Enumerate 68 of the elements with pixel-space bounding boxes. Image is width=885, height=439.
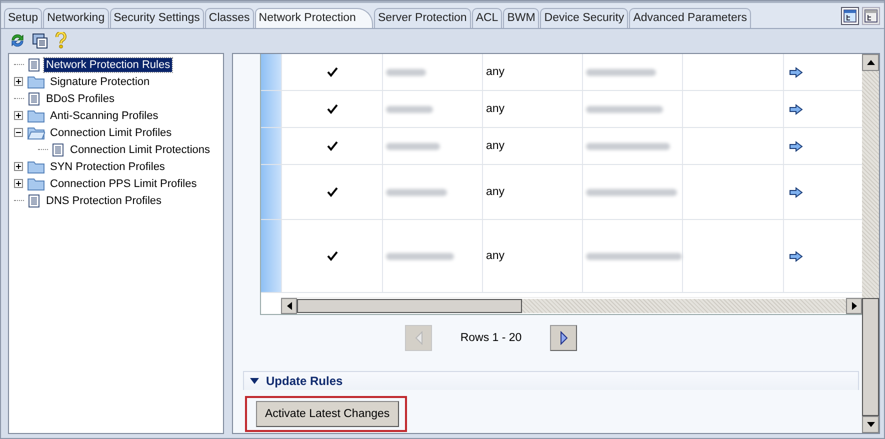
tree-item[interactable]: Network Protection Rules [44, 58, 172, 72]
blurred-text [586, 68, 656, 76]
activate-button[interactable]: Activate Latest Changes [256, 401, 399, 427]
open-folder-icon [27, 126, 45, 140]
tree-item[interactable]: BDoS Profiles [44, 92, 116, 106]
tab[interactable]: Security Settings [110, 8, 204, 28]
next-page-button[interactable] [550, 325, 577, 351]
arrow-icon[interactable] [789, 140, 803, 152]
tree-item[interactable]: Signature Protection [48, 74, 152, 88]
tab[interactable]: Network Protection [254, 8, 373, 28]
tab[interactable]: Server Protection [374, 8, 471, 28]
tab[interactable]: Device Security [540, 8, 628, 28]
monitor-icon[interactable] [32, 32, 49, 48]
scroll-right-icon[interactable] [852, 302, 856, 310]
arrow-icon[interactable] [789, 104, 803, 114]
folder-icon [27, 74, 45, 88]
expander-icon[interactable] [14, 77, 23, 86]
tree-item[interactable]: Connection PPS Limit Profiles [48, 176, 199, 190]
tab[interactable]: ACL [472, 8, 502, 28]
table-cell: any [486, 186, 505, 198]
tree-view-button[interactable] [862, 7, 880, 25]
collapse-icon[interactable] [250, 378, 259, 384]
tree-item[interactable]: SYN Protection Profiles [48, 160, 167, 174]
table-cell: any [486, 250, 505, 262]
folder-icon [27, 160, 45, 174]
scroll-left-icon[interactable] [286, 302, 292, 310]
list-icon [27, 58, 41, 72]
folder-icon [27, 108, 45, 122]
arrow-icon[interactable] [789, 250, 803, 262]
list-icon [51, 142, 65, 156]
rows-range: Rows 1 - 20 [459, 332, 523, 344]
tree-item[interactable]: DNS Protection Profiles [44, 194, 164, 208]
arrow-icon[interactable] [789, 66, 803, 78]
table-cell: any [486, 66, 505, 78]
scroll-down-icon[interactable] [866, 422, 874, 427]
scroll-up-icon[interactable] [866, 60, 874, 65]
vertical-scrollbar[interactable] [862, 54, 879, 433]
tree-item[interactable]: Connection Limit Profiles [48, 126, 174, 140]
section-title: Update Rules [266, 374, 343, 388]
tab[interactable]: Advanced Parameters [629, 8, 751, 28]
blurred-text [386, 188, 447, 196]
expander-icon[interactable] [14, 128, 23, 137]
folder-icon [27, 176, 45, 190]
tab[interactable]: Networking [43, 8, 109, 28]
refresh-icon[interactable] [9, 32, 26, 48]
blurred-text [386, 142, 440, 150]
expander-icon[interactable] [14, 162, 23, 171]
blurred-text [386, 68, 426, 76]
horizontal-scrollbar[interactable] [281, 297, 862, 314]
help-icon[interactable] [55, 32, 67, 48]
tab[interactable]: Setup [4, 8, 42, 28]
left-triangle-icon [414, 331, 422, 345]
section-header[interactable]: Update Rules [243, 371, 859, 390]
tab[interactable]: Classes [204, 8, 254, 28]
table-cell: any [486, 140, 505, 152]
panel-view-button[interactable] [841, 7, 859, 25]
list-icon [27, 92, 41, 106]
expander-icon[interactable] [14, 111, 23, 120]
blurred-text [386, 252, 454, 260]
tree-item[interactable]: Anti-Scanning Profiles [48, 108, 160, 122]
tab[interactable]: BWM [503, 8, 540, 28]
table-cell: any [486, 103, 505, 115]
list-icon [27, 194, 41, 208]
arrow-icon[interactable] [789, 186, 803, 198]
tree-item[interactable]: Connection Limit Protections [68, 142, 212, 156]
blurred-text [386, 106, 433, 112]
right-triangle-icon [560, 331, 568, 345]
expander-icon[interactable] [14, 179, 23, 188]
